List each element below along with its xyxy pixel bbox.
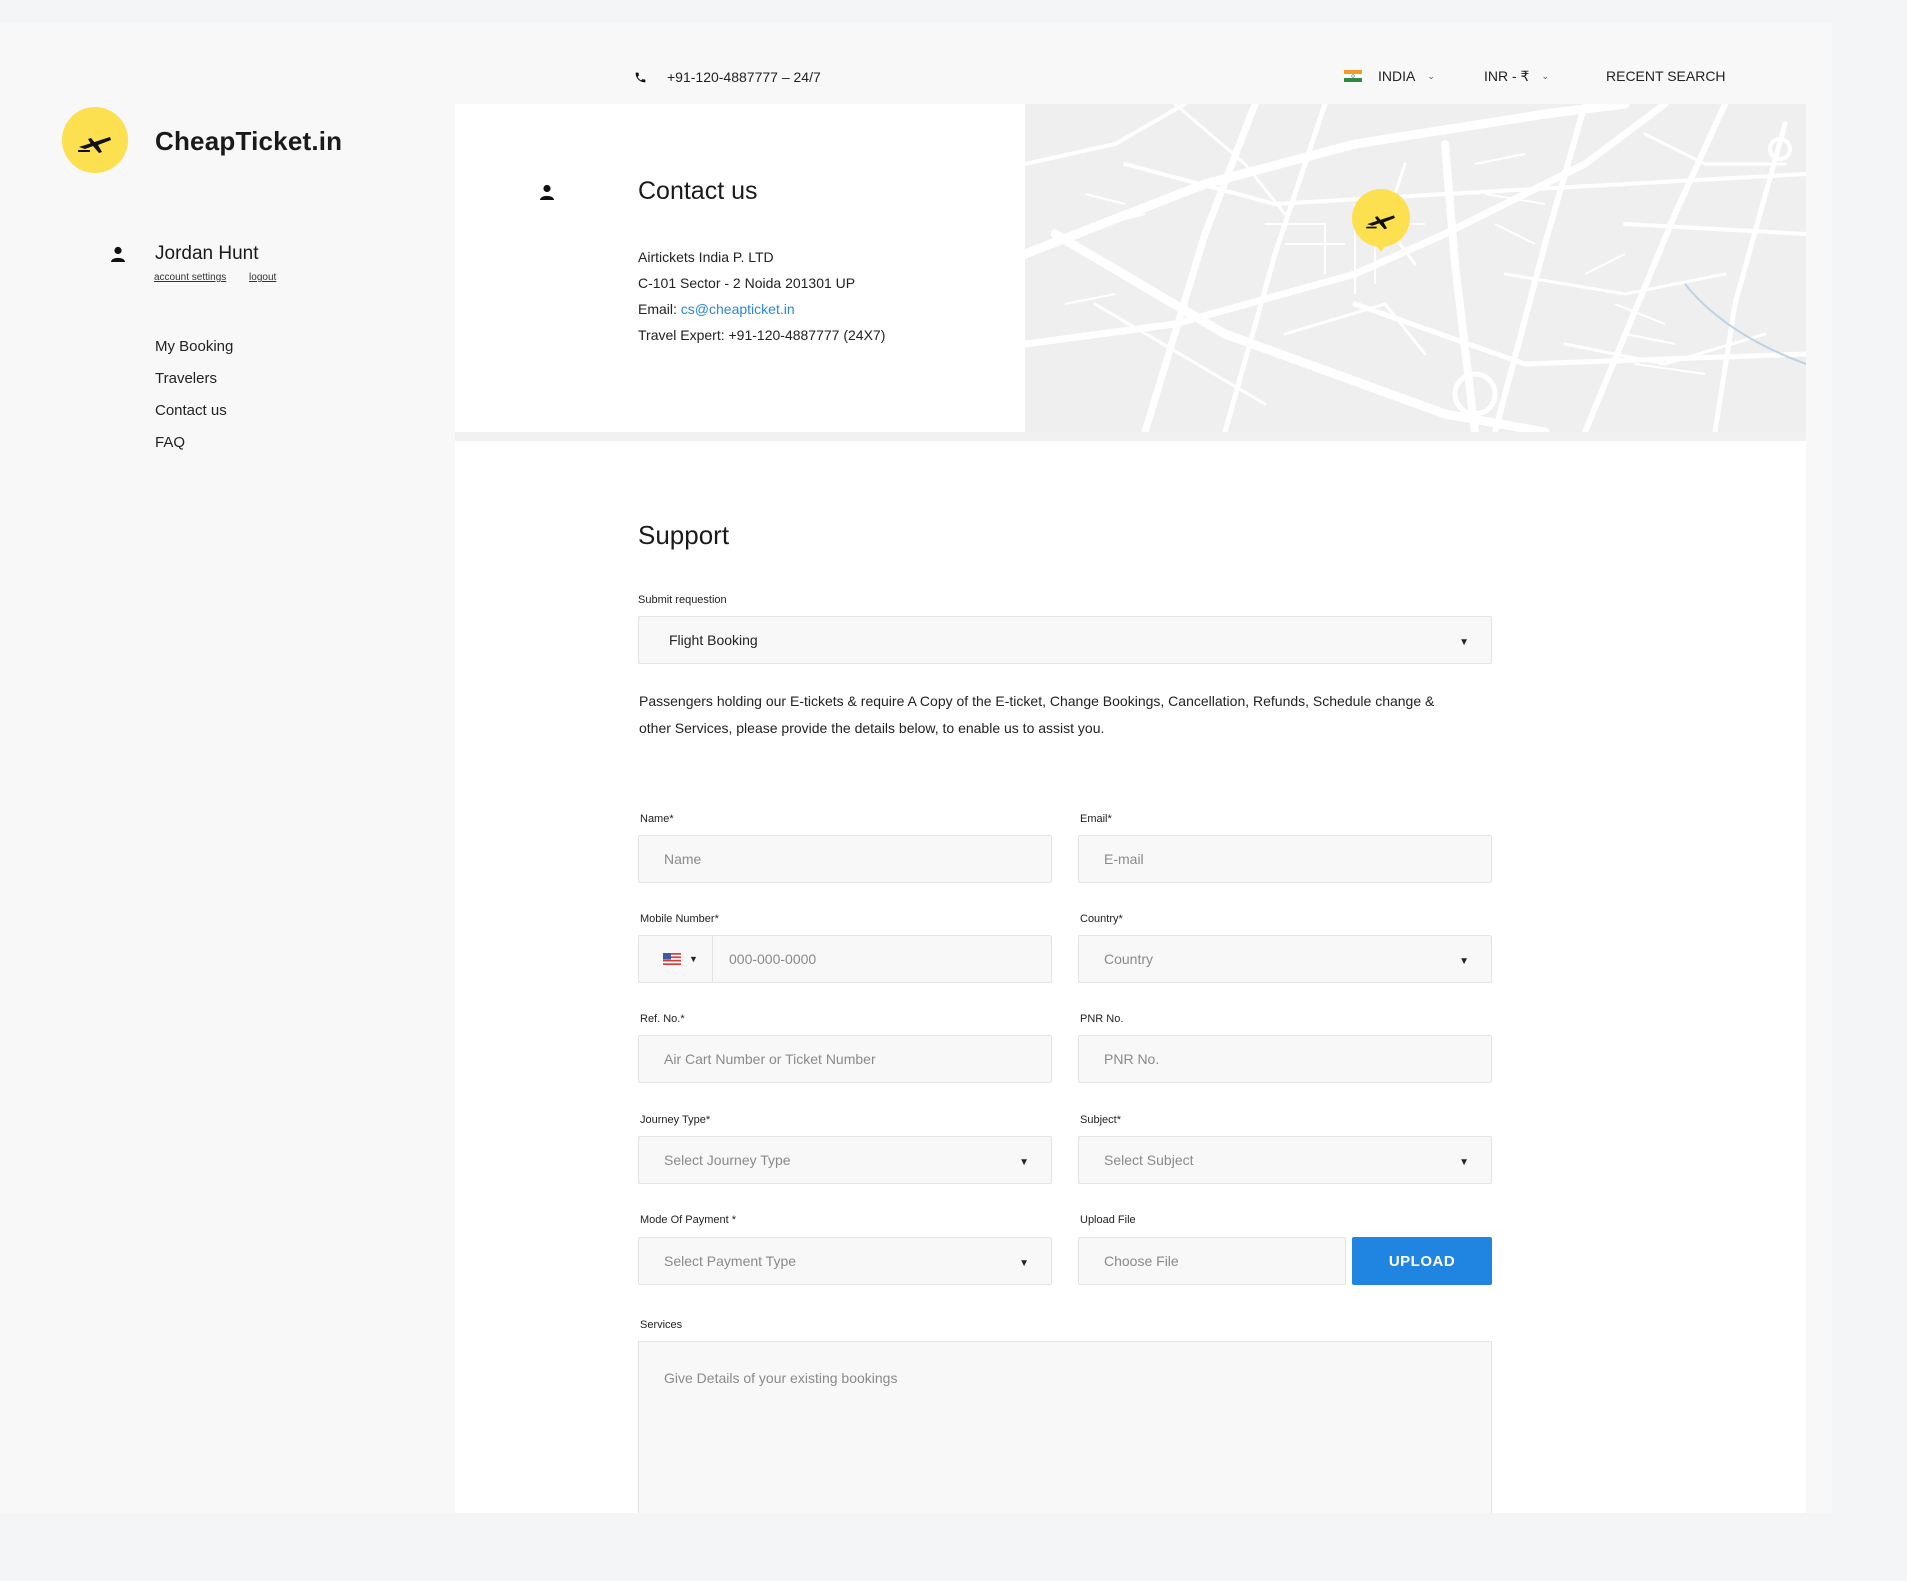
mobile-input[interactable]: ▼ 000-000-0000 — [638, 935, 1052, 983]
map-pin-tail — [1374, 242, 1388, 252]
email-link[interactable]: cs@cheapticket.in — [681, 301, 795, 317]
upload-button[interactable]: UPLOAD — [1352, 1237, 1492, 1285]
journey-type-select[interactable]: Select Journey Type ▼ — [638, 1136, 1052, 1184]
caret-down-icon: ▼ — [1019, 1258, 1029, 1269]
email-label: Email: — [638, 301, 681, 317]
request-type-select[interactable]: Flight Booking ▼ — [638, 616, 1492, 664]
phone-icon — [635, 72, 646, 82]
payment-type-select[interactable]: Select Payment Type ▼ — [638, 1237, 1052, 1285]
mobile-placeholder: 000-000-0000 — [729, 951, 817, 967]
company-address: C-101 Sector - 2 Noida 201301 UP — [638, 275, 856, 291]
airplane-icon — [1366, 215, 1395, 230]
sidebar-nav: My Booking Travelers Contact us FAQ — [155, 337, 233, 465]
email-placeholder: E-mail — [1104, 851, 1144, 867]
contact-card: Contact us Airtickets India P. LTD C-101… — [455, 104, 1025, 432]
contact-title: Contact us — [638, 177, 758, 205]
name-input[interactable]: Name — [638, 835, 1052, 883]
travel-expert-line: Travel Expert: +91-120-4887777 (24X7) — [638, 327, 886, 343]
services-placeholder: Give Details of your existing bookings — [664, 1370, 898, 1386]
caret-down-icon: ▼ — [1459, 637, 1469, 648]
section-divider — [455, 432, 1806, 441]
india-flag-icon — [1344, 70, 1362, 82]
ref-input[interactable]: Air Cart Number or Ticket Number — [638, 1035, 1052, 1083]
request-label: Submit requestion — [638, 594, 727, 606]
journey-placeholder: Select Journey Type — [664, 1152, 791, 1168]
top-strip — [0, 0, 1907, 23]
caret-down-icon: ▼ — [1459, 1157, 1469, 1168]
email-line: Email: cs@cheapticket.in — [638, 296, 885, 322]
subject-select[interactable]: Select Subject ▼ — [1078, 1136, 1492, 1184]
sidebar-item-contact-us[interactable]: Contact us — [155, 401, 233, 433]
user-icon — [111, 246, 125, 262]
caret-down-icon: ▼ — [689, 954, 698, 964]
company-name: Airtickets India P. LTD — [638, 249, 774, 265]
caret-down-icon: ▼ — [1459, 956, 1469, 967]
ref-placeholder: Air Cart Number or Ticket Number — [664, 1051, 876, 1067]
account-settings-link[interactable]: account settings — [154, 272, 226, 283]
choose-file-placeholder: Choose File — [1104, 1253, 1179, 1269]
user-name: Jordan Hunt — [155, 243, 259, 264]
user-links: account settings logout — [154, 272, 296, 283]
airplane-icon — [78, 137, 111, 153]
support-description: Passengers holding our E-tickets & requi… — [639, 693, 1435, 736]
support-phone[interactable]: +91-120-4887777 – 24/7 — [634, 69, 821, 85]
user-icon — [540, 184, 554, 200]
country-label: Country* — [1080, 913, 1123, 925]
services-textarea[interactable]: Give Details of your existing bookings — [638, 1341, 1492, 1513]
country-code-select[interactable]: ▼ — [639, 936, 713, 982]
pnr-label: PNR No. — [1080, 1013, 1124, 1025]
logout-link[interactable]: logout — [249, 272, 276, 283]
us-flag-icon — [663, 953, 681, 965]
support-title: Support — [638, 520, 730, 550]
email-label: Email* — [1080, 813, 1112, 825]
name-placeholder: Name — [664, 851, 702, 867]
recent-search-label: RECENT SEARCH — [1606, 68, 1726, 84]
services-label: Services — [640, 1319, 683, 1331]
caret-down-icon: ▼ — [1019, 1157, 1029, 1168]
brand-name[interactable]: CheapTicket.in — [155, 126, 342, 157]
sidebar-item-faq[interactable]: FAQ — [155, 433, 233, 465]
payment-label: Mode Of Payment * — [640, 1214, 736, 1226]
sidebar-item-my-booking[interactable]: My Booking — [155, 337, 233, 369]
currency-selector[interactable]: INR - ₹ ⌄ — [1484, 68, 1549, 85]
journey-label: Journey Type* — [640, 1114, 711, 1126]
choose-file-input[interactable]: Choose File — [1078, 1237, 1346, 1285]
country-select[interactable]: Country ▼ — [1078, 935, 1492, 983]
mobile-label: Mobile Number* — [640, 913, 719, 925]
payment-placeholder: Select Payment Type — [664, 1253, 797, 1269]
ref-label: Ref. No.* — [640, 1013, 685, 1025]
contact-details: Airtickets India P. LTD C-101 Sector - 2… — [638, 244, 885, 348]
chevron-down-icon: ⌄ — [1427, 70, 1435, 81]
support-phone-text: +91-120-4887777 – 24/7 — [667, 69, 821, 85]
chevron-down-icon: ⌄ — [1541, 71, 1550, 81]
request-type-value: Flight Booking — [669, 632, 758, 648]
pnr-placeholder: PNR No. — [1104, 1051, 1160, 1067]
email-input[interactable]: E-mail — [1078, 835, 1492, 883]
pnr-input[interactable]: PNR No. — [1078, 1035, 1492, 1083]
upload-label: Upload File — [1080, 1214, 1136, 1226]
country-label: INDIA — [1378, 68, 1416, 84]
location-map[interactable] — [1025, 104, 1806, 432]
map-pin-icon[interactable] — [1352, 189, 1410, 247]
sidebar-item-travelers[interactable]: Travelers — [155, 369, 233, 401]
brand-logo[interactable] — [62, 107, 128, 173]
country-placeholder: Country — [1104, 951, 1154, 967]
name-label: Name* — [640, 813, 674, 825]
currency-label: INR - ₹ — [1484, 68, 1530, 84]
recent-search-link[interactable]: RECENT SEARCH — [1606, 68, 1726, 84]
country-selector[interactable]: INDIA ⌄ — [1344, 68, 1435, 84]
subject-label: Subject* — [1080, 1114, 1121, 1126]
map-streets — [1025, 104, 1806, 432]
subject-placeholder: Select Subject — [1104, 1152, 1194, 1168]
